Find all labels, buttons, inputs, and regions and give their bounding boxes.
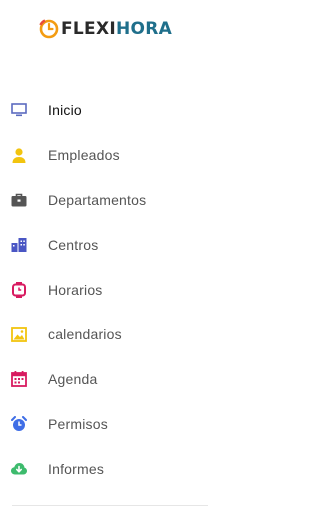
menu-item-centros[interactable]: Centros [0,222,208,267]
menu-label: Empleados [48,147,120,164]
menu-item-calendarios[interactable]: calendarios [0,312,208,357]
menu-label: Centros [48,236,99,253]
brand-name: FLEXIHORA [61,17,172,41]
watch-icon [11,281,27,298]
sidebar: FLEXIHORA Inicio Empleados Departamentos… [0,0,208,523]
briefcase-icon [11,192,27,208]
app-logo[interactable]: FLEXIHORA [39,17,172,41]
menu-label: calendarios [48,326,122,343]
menu-item-horarios[interactable]: Horarios [0,267,208,312]
divider [12,505,208,506]
clock-logo-icon [39,19,59,39]
menu-item-permisos[interactable]: Permisos [0,402,208,447]
cloud-download-icon [11,461,27,477]
menu-item-inicio[interactable]: Inicio [0,88,208,133]
menu-item-informes[interactable]: Informes [0,446,208,491]
buildings-icon [11,237,27,253]
image-icon [11,326,27,342]
menu-label: Agenda [48,371,98,388]
menu-label: Informes [48,460,105,477]
menu-item-departamentos[interactable]: Departamentos [0,178,208,223]
menu-item-agenda[interactable]: Agenda [0,357,208,402]
menu-label: Inicio [48,102,82,119]
menu-label: Permisos [48,415,108,432]
main-menu: Inicio Empleados Departamentos Centros H… [0,88,208,491]
alarm-icon [11,415,27,432]
brand-part-flexi: FLEXI [61,19,116,39]
calendar-icon [11,371,27,388]
menu-label: Departamentos [48,191,147,208]
user-icon [11,147,27,163]
menu-label: Horarios [48,281,103,298]
brand-part-hora: HORA [116,19,173,39]
menu-item-empleados[interactable]: Empleados [0,133,208,178]
monitor-icon [11,102,27,118]
